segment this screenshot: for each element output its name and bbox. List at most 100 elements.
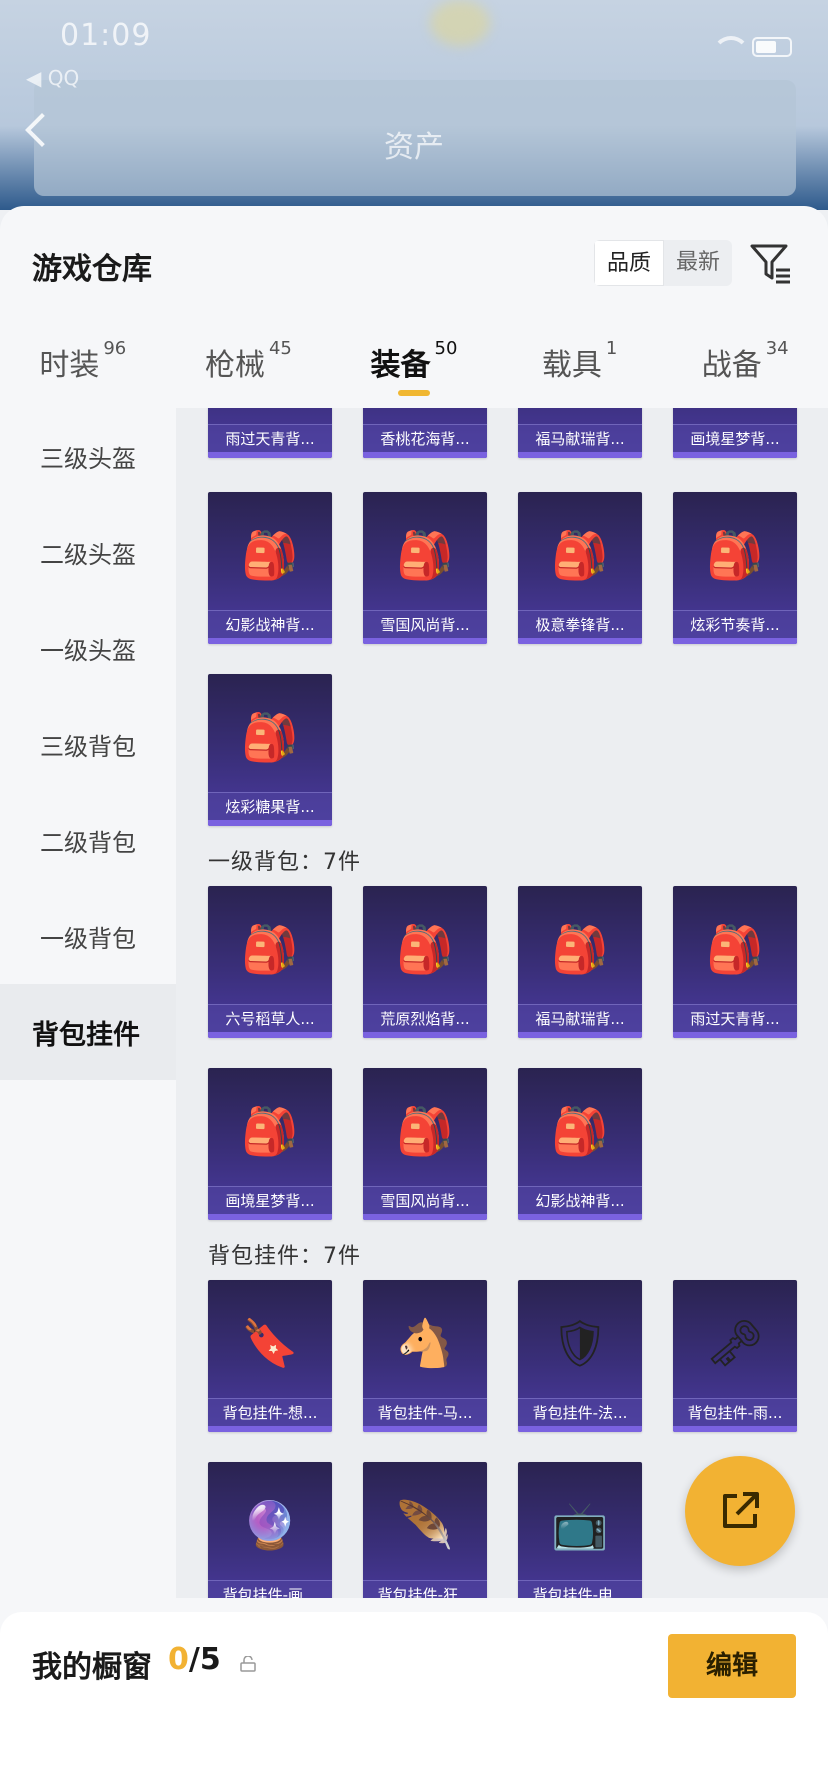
item-name: 背包挂件-马... <box>363 1398 487 1426</box>
item-card[interactable]: 🎒 雪国风尚背... <box>363 1068 487 1220</box>
share-button[interactable] <box>685 1456 795 1566</box>
card-bar <box>208 820 332 826</box>
tab-vehicles[interactable]: 载具 1 <box>497 302 663 408</box>
item-name: 背包挂件-想... <box>208 1398 332 1426</box>
tab-fashion[interactable]: 时装 96 <box>0 302 166 408</box>
item-card[interactable]: 🎒 炫彩节奏背... <box>673 492 797 644</box>
card-bar <box>363 1032 487 1038</box>
pendant-icon: 🛡 <box>550 1316 610 1370</box>
item-name: 幻影战神背... <box>518 1186 642 1214</box>
item-card[interactable]: 🪶 背包挂件-狂... <box>363 1462 487 1598</box>
showcase-used: 0 <box>168 1642 189 1677</box>
pendant-icon: 🔮 <box>241 1498 299 1552</box>
item-card[interactable]: 🛡 背包挂件-法... <box>518 1280 642 1432</box>
item-name: 背包挂件-法... <box>518 1398 642 1426</box>
item-card[interactable]: 🎒 炫彩糖果背... <box>208 674 332 826</box>
item-name: 背包挂件-电... <box>518 1580 642 1598</box>
card-bar <box>518 638 642 644</box>
sidebar-item-level3-backpack[interactable]: 三级背包 <box>0 696 176 792</box>
item-card[interactable]: 🎒 极意拳锋背... <box>518 492 642 644</box>
item-card[interactable]: 🎒 幻影战神背... <box>518 1068 642 1220</box>
item-card[interactable]: 🔮 背包挂件-画... <box>208 1462 332 1598</box>
tab-label: 装备 <box>370 348 431 383</box>
lock-icon <box>240 1656 256 1672</box>
backpack-icon: 🎒 <box>396 528 454 582</box>
item-name: 雨过天青背... <box>208 424 332 452</box>
item-name: 背包挂件-雨... <box>673 1398 797 1426</box>
backpack-icon: 🎒 <box>241 1104 299 1158</box>
card-bar <box>673 638 797 644</box>
sidebar-item-level2-backpack[interactable]: 二级背包 <box>0 792 176 888</box>
card-bar <box>208 1426 332 1432</box>
item-name: 炫彩糖果背... <box>208 792 332 820</box>
sidebar-item-backpack-pendant[interactable]: 背包挂件 <box>0 984 176 1080</box>
item-row: 🎒 炫彩糖果背... <box>208 674 332 826</box>
card-bar <box>208 638 332 644</box>
item-card[interactable]: 🎒 六号稻草人... <box>208 886 332 1038</box>
sidebar-item-level3-helmet[interactable]: 三级头盔 <box>0 408 176 504</box>
card-bar <box>518 1032 642 1038</box>
card-bar <box>518 1426 642 1432</box>
edit-button[interactable]: 编辑 <box>668 1634 796 1698</box>
backpack-icon: 🎒 <box>551 528 609 582</box>
sidebar-item-level1-backpack[interactable]: 一级背包 <box>0 888 176 984</box>
card-bar <box>673 452 797 458</box>
section-title-backpack-pendant: 背包挂件：7件 <box>208 1244 361 1269</box>
backpack-icon: 🎒 <box>396 922 454 976</box>
item-card[interactable]: 🎒 幻影战神背... <box>208 492 332 644</box>
item-row: 🎒 幻影战神背... 🎒 雪国风尚背... 🎒 极意拳锋背... 🎒 炫彩节奏背... <box>208 492 797 644</box>
blurred-decoration <box>430 0 490 46</box>
sort-newest-button[interactable]: 最新 <box>664 240 732 286</box>
item-row: 🎒 六号稻草人... 🎒 荒原烈焰背... 🎒 福马献瑞背... 🎒 雨过天青背... <box>208 886 797 1038</box>
backpack-icon: 🎒 <box>241 922 299 976</box>
pendant-icon: 📺 <box>551 1498 609 1552</box>
tab-count: 45 <box>268 338 292 359</box>
item-card[interactable]: 🎒香桃花海背... <box>363 408 487 458</box>
item-card[interactable]: 🎒雨过天青背... <box>673 886 797 1038</box>
wifi-icon <box>712 36 750 58</box>
sidebar: 三级头盔 二级头盔 一级头盔 三级背包 二级背包 一级背包 背包挂件 <box>0 408 176 1792</box>
tab-count: 1 <box>605 338 618 359</box>
sheet-title: 游戏仓库 <box>32 252 152 287</box>
item-card[interactable]: 🗝 背包挂件-雨... <box>673 1280 797 1432</box>
card-bar <box>518 1214 642 1220</box>
item-name: 雨过天青背... <box>673 1004 797 1032</box>
tab-equipment[interactable]: 装备 50 <box>331 302 497 408</box>
tab-guns[interactable]: 枪械 45 <box>166 302 332 408</box>
backpack-icon: 🎒 <box>706 528 764 582</box>
sidebar-item-level2-helmet[interactable]: 二级头盔 <box>0 504 176 600</box>
item-card[interactable]: 🎒画境星梦背... <box>208 1068 332 1220</box>
battery-icon <box>752 37 792 57</box>
sort-quality-button[interactable]: 品质 <box>594 240 665 286</box>
item-name: 六号稻草人... <box>208 1004 332 1032</box>
card-bar <box>363 452 487 458</box>
item-card[interactable]: 🐴 背包挂件-马... <box>363 1280 487 1432</box>
item-card[interactable]: 🎒福马献瑞背... <box>518 886 642 1038</box>
item-name: 雪国风尚背... <box>363 1186 487 1214</box>
item-name: 幻影战神背... <box>208 610 332 638</box>
showcase-count: 0/5 <box>168 1642 221 1677</box>
pendant-icon: 🔖 <box>241 1316 299 1370</box>
item-row: 🎒 画境星梦背... 🎒 雪国风尚背... 🎒 幻影战神背... <box>208 1068 642 1220</box>
item-name: 福马献瑞背... <box>518 1004 642 1032</box>
sidebar-item-level1-helmet[interactable]: 一级头盔 <box>0 600 176 696</box>
item-name: 背包挂件-狂... <box>363 1580 487 1598</box>
item-row: 🔮 背包挂件-画... 🪶 背包挂件-狂... 📺 背包挂件-电... <box>208 1462 642 1598</box>
item-card[interactable]: 🎒福马献瑞背... <box>518 408 642 458</box>
section-title-level1-backpack: 一级背包：7件 <box>208 850 361 875</box>
filter-icon[interactable] <box>748 240 794 286</box>
card-bar <box>518 452 642 458</box>
sort-toggle: 品质 最新 <box>594 240 733 286</box>
item-card[interactable]: 📺 背包挂件-电... <box>518 1462 642 1598</box>
tab-gear[interactable]: 战备 34 <box>662 302 828 408</box>
status-back-app[interactable]: ◀ QQ <box>26 66 79 90</box>
item-card[interactable]: 🎒雨过天青背... <box>208 408 332 458</box>
item-card[interactable]: 🎒画境星梦背... <box>673 408 797 458</box>
backpack-icon: 🎒 <box>241 528 299 582</box>
top-background: 01:09 ◀ QQ 资产 <box>0 0 828 210</box>
item-grid-area: 🎒雨过天青背... 🎒香桃花海背... 🎒福马献瑞背... 🎒画境星梦背... … <box>176 408 828 1598</box>
item-card[interactable]: 🎒 雪国风尚背... <box>363 492 487 644</box>
item-card[interactable]: 🎒 荒原烈焰背... <box>363 886 487 1038</box>
tab-label: 载具 <box>541 348 602 383</box>
item-card[interactable]: 🔖 背包挂件-想... <box>208 1280 332 1432</box>
